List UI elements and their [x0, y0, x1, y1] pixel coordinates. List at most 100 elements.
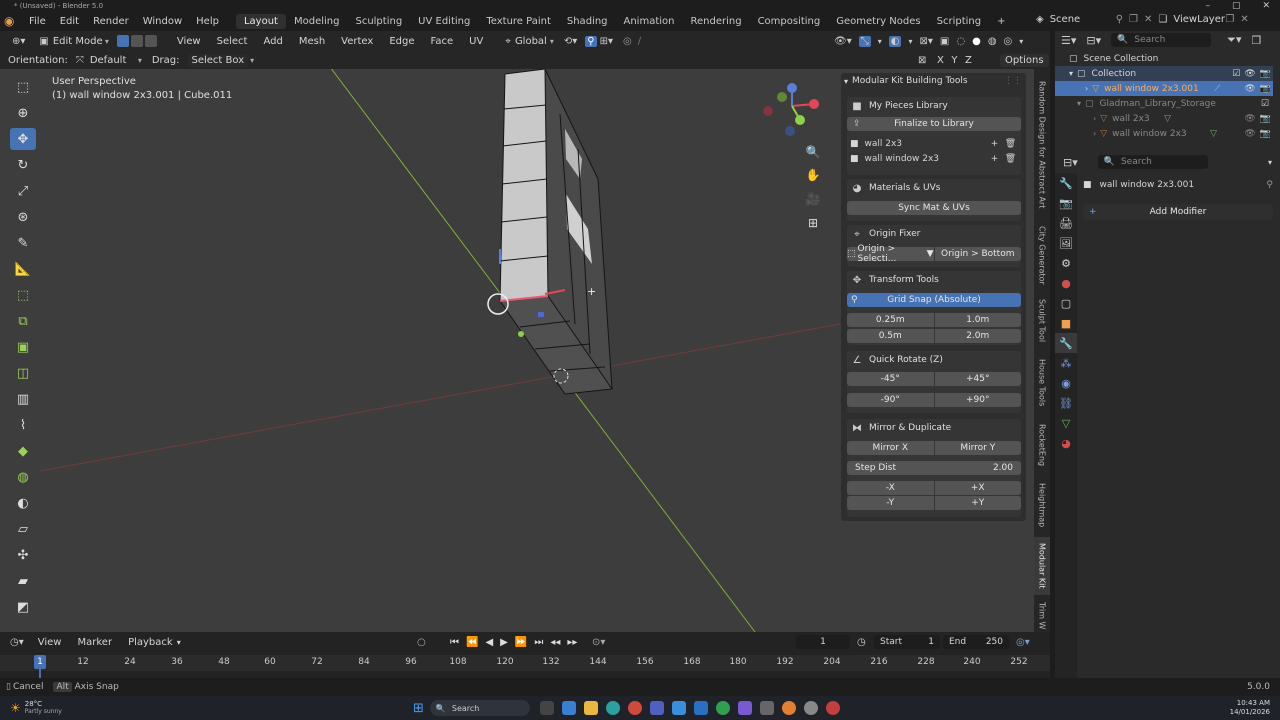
workspace-tab-layout[interactable]: Layout [235, 13, 286, 29]
copilot-icon[interactable] [561, 701, 576, 715]
github-icon[interactable] [803, 701, 818, 715]
next-marker-icon[interactable]: ▸▸ [567, 637, 577, 648]
face-select-icon[interactable] [144, 35, 157, 47]
filter-icon[interactable]: ⏷▾ [1227, 33, 1241, 47]
chevron-down-icon[interactable]: ▾ [1268, 158, 1272, 167]
checkbox-icon[interactable]: ☑ [1232, 69, 1240, 79]
menu-file[interactable]: File [22, 16, 53, 27]
properties-search-input[interactable]: 🔍 Search [1097, 155, 1208, 169]
overlay-toggle-icon[interactable]: ◐ [888, 35, 902, 47]
new-collection-icon[interactable]: ❐ [1251, 34, 1261, 47]
knife-tool-icon[interactable]: ⌇ [10, 414, 36, 436]
workspace-tab-scripting[interactable]: Scripting [929, 14, 989, 29]
play-icon[interactable]: ▶ [500, 637, 508, 648]
smooth-tool-icon[interactable]: ◐ [10, 492, 36, 514]
delete-view-layer-icon[interactable]: ✕ [1240, 14, 1248, 25]
close-button[interactable]: ✕ [1262, 0, 1270, 12]
jump-start-icon[interactable]: ⏮ [450, 637, 459, 648]
physics-tab-icon[interactable]: ◉ [1055, 373, 1077, 393]
edge-slide-tool-icon[interactable]: ▱ [10, 518, 36, 540]
tab-house-tools[interactable]: House Tools [1034, 353, 1050, 413]
eye-icon[interactable]: 👁 [1244, 84, 1255, 94]
loop-cut-tool-icon[interactable]: ▥ [10, 388, 36, 410]
particles-tab-icon[interactable]: ⁂ [1055, 353, 1077, 373]
mirror-z-toggle[interactable]: Z [962, 55, 974, 66]
minimize-button[interactable]: – [1205, 0, 1210, 12]
sync-mat-uvs-button[interactable]: Sync Mat & UVs [847, 201, 1021, 215]
workspace-tab-texture-paint[interactable]: Texture Paint [478, 14, 559, 29]
timeline-options-icon[interactable]: ◎▾ [1016, 637, 1030, 648]
mirror-lock-icon[interactable]: ⊠ [918, 55, 926, 66]
timeline-editor-icon[interactable]: ◷▾ [10, 637, 24, 648]
pin-icon[interactable]: ⚲ [1266, 180, 1273, 190]
camera-icon[interactable]: 📷 [1260, 84, 1271, 94]
jump-end-icon[interactable]: ⏭ [534, 637, 543, 648]
tab-trim-w[interactable]: Trim W [1034, 599, 1050, 632]
viewport-menu-add[interactable]: Add [255, 36, 290, 47]
workspace-tab-modeling[interactable]: Modeling [286, 14, 348, 29]
viewport-menu-select[interactable]: Select [209, 36, 256, 47]
tool-tab-icon[interactable]: 🔧 [1055, 173, 1077, 193]
shading-dropdown-icon[interactable]: ▾ [1019, 37, 1023, 46]
windows-start-icon[interactable]: ⊞ [413, 701, 424, 716]
outliner-row-scene-collection[interactable]: ▢ Scene Collection [1055, 51, 1273, 66]
viewport-menu-vertex[interactable]: Vertex [333, 36, 381, 47]
snap-05m-button[interactable]: 0.5m [847, 329, 934, 343]
output-tab-icon[interactable]: 🖨 [1055, 213, 1077, 233]
workspace-tab-shading[interactable]: Shading [559, 14, 616, 29]
blender-logo-icon[interactable]: ◉ [4, 14, 22, 28]
mirror-x-toggle[interactable]: X [934, 55, 946, 66]
view-layer-name[interactable]: ViewLayer [1173, 14, 1225, 25]
view-layer-tab-icon[interactable]: 🖼 [1055, 233, 1077, 253]
weather-icon[interactable]: ☀ [10, 701, 21, 715]
task-view-icon[interactable] [539, 701, 554, 715]
display-mode-icon[interactable]: ⊟▾ [1086, 34, 1101, 47]
snap-1m-button[interactable]: 1.0m [934, 313, 1021, 327]
material-tab-icon[interactable]: ◕ [1055, 433, 1077, 453]
workspace-tab-uv-editing[interactable]: UV Editing [410, 14, 478, 29]
collection-tab-icon[interactable]: ▢ [1055, 293, 1077, 313]
end-frame-field[interactable]: End 250 [943, 635, 1009, 649]
cursor-tool-icon[interactable]: ⊕ [10, 102, 36, 124]
transform-tool-icon[interactable]: ⊛ [10, 206, 36, 228]
bevel-tool-icon[interactable]: ◫ [10, 362, 36, 384]
next-keyframe-icon[interactable]: ⏩ [515, 637, 527, 648]
taskbar-search-input[interactable]: 🔍 Search [429, 700, 530, 716]
prev-marker-icon[interactable]: ◂◂ [550, 637, 560, 648]
new-view-layer-icon[interactable]: ❐ [1225, 14, 1234, 25]
outliner-row-wall-window-2x3[interactable]: › ▽ wall window 2x3 ▽ 👁 📷 [1055, 126, 1273, 141]
snap-025m-button[interactable]: 0.25m [847, 313, 934, 327]
scene-icon[interactable]: ◈ [1036, 14, 1044, 25]
edge-browser-icon[interactable] [605, 701, 620, 715]
snap-toggle-icon[interactable]: ⚲ [585, 35, 597, 47]
workspace-tab-rendering[interactable]: Rendering [682, 14, 749, 29]
origin-to-selection-button[interactable]: ⬚ Origin > Selecti... ▼ [847, 244, 934, 264]
outliner-row-active-object[interactable]: › ▽ wall window 2x3.001 ⟋ 👁 📷 [1055, 81, 1273, 96]
eye-icon[interactable]: 👁 [1244, 69, 1255, 79]
gizmo-toggle-icon[interactable]: ⤡ [858, 35, 871, 47]
checkbox-icon[interactable]: ☑ [1261, 99, 1269, 109]
shear-tool-icon[interactable]: ▰ [10, 570, 36, 592]
grid-snap-button[interactable]: ⚲ Grid Snap (Absolute) [847, 293, 1021, 307]
prev-keyframe-icon[interactable]: ⏪ [466, 637, 478, 648]
select-box-tool-icon[interactable]: ⬚ [10, 76, 36, 98]
camera-view-icon[interactable]: 🎥 [804, 190, 822, 208]
world-tab-icon[interactable]: ● [1055, 273, 1077, 293]
list-item[interactable]: ■ wall window 2x3 + 🗑 [847, 151, 1021, 166]
proportional-edit-icon[interactable]: ◎ [623, 36, 632, 47]
step-dist-field[interactable]: Step Dist 2.00 [847, 461, 1021, 475]
eye-icon[interactable]: 👁 [1244, 114, 1255, 124]
scene-name[interactable]: Scene [1050, 14, 1110, 25]
clock-time[interactable]: 10:43 AM [1230, 699, 1270, 708]
photos-icon[interactable] [737, 701, 752, 715]
shading-solid-icon[interactable]: ● [972, 36, 981, 47]
menu-edit[interactable]: Edit [53, 16, 86, 27]
edge-select-icon[interactable] [130, 35, 143, 47]
xray-toggle-icon[interactable]: ▣ [940, 36, 949, 47]
render-tab-icon[interactable]: 📷 [1055, 193, 1077, 213]
origin-to-bottom-button[interactable]: Origin > Bottom [934, 247, 1021, 261]
clock-date[interactable]: 14/01/2026 [1230, 708, 1270, 717]
viewport-menu-edge[interactable]: Edge [381, 36, 422, 47]
tab-random-design[interactable]: Random Design for Abstract Art [1034, 73, 1050, 217]
rotate-plus45-button[interactable]: +45° [934, 372, 1021, 386]
